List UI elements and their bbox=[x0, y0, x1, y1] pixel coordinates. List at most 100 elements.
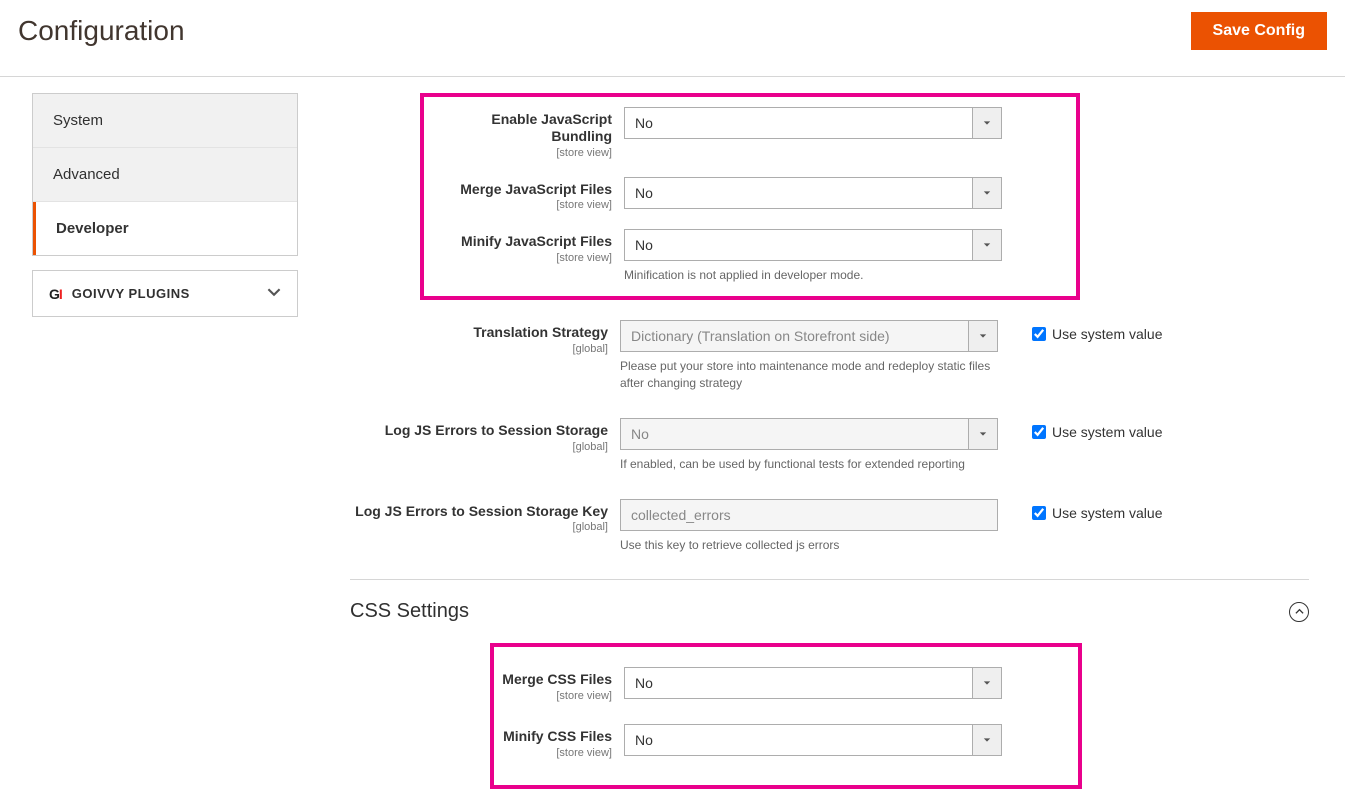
sidebar-item-label: Advanced bbox=[53, 166, 120, 183]
log-js-key-input[interactable] bbox=[620, 499, 998, 531]
field-label: Enable JavaScript Bundling [store view] bbox=[428, 107, 624, 159]
use-system-wrap: Use system value bbox=[998, 499, 1162, 521]
select-value: No bbox=[624, 724, 972, 756]
label-scope: [store view] bbox=[428, 252, 612, 264]
label-text: Minify CSS Files bbox=[498, 728, 612, 745]
page-title: Configuration bbox=[18, 15, 185, 47]
main-content: Enable JavaScript Bundling [store view] … bbox=[298, 77, 1345, 789]
page-header: Configuration Save Config bbox=[0, 0, 1345, 76]
sidebar-item-label: Developer bbox=[56, 220, 129, 237]
sidebar-item-system[interactable]: System bbox=[33, 94, 297, 148]
caret-down-icon bbox=[972, 229, 1002, 261]
field-label: Merge CSS Files [store view] bbox=[498, 667, 624, 702]
field-label: Minify JavaScript Files [store view] bbox=[428, 229, 624, 264]
field-control: No bbox=[624, 177, 1002, 209]
js-settings-highlight: Enable JavaScript Bundling [store view] … bbox=[420, 93, 1080, 300]
collapse-up-icon bbox=[1289, 602, 1309, 622]
label-text: Log JS Errors to Session Storage bbox=[350, 422, 608, 439]
sidebar-item-label: System bbox=[53, 112, 103, 129]
caret-down-icon bbox=[968, 320, 998, 352]
enable-js-bundling-select[interactable]: No bbox=[624, 107, 1002, 139]
caret-down-icon bbox=[972, 724, 1002, 756]
caret-down-icon bbox=[972, 177, 1002, 209]
field-label: Log JS Errors to Session Storage [global… bbox=[350, 418, 620, 453]
label-scope: [store view] bbox=[428, 147, 612, 159]
select-value: No bbox=[624, 229, 972, 261]
label-scope: [global] bbox=[350, 521, 608, 533]
section-title: CSS Settings bbox=[350, 600, 469, 623]
label-text: Minify JavaScript Files bbox=[428, 233, 612, 250]
select-value: No bbox=[620, 418, 968, 450]
use-system-value-checkbox[interactable] bbox=[1032, 327, 1046, 341]
section-header-css-settings[interactable]: CSS Settings bbox=[350, 579, 1309, 643]
use-system-label[interactable]: Use system value bbox=[1052, 326, 1162, 342]
field-control: No Minification is not applied in develo… bbox=[624, 229, 1002, 284]
use-system-wrap: Use system value bbox=[998, 320, 1162, 342]
field-enable-js-bundling: Enable JavaScript Bundling [store view] … bbox=[428, 107, 1068, 159]
label-scope: [global] bbox=[350, 441, 608, 453]
label-text: Enable JavaScript Bundling bbox=[428, 111, 612, 145]
sidebar-item-developer[interactable]: Developer bbox=[33, 202, 297, 255]
label-text: Merge CSS Files bbox=[498, 671, 612, 688]
field-minify-js-files: Minify JavaScript Files [store view] No … bbox=[428, 229, 1068, 284]
label-text: Translation Strategy bbox=[350, 324, 608, 341]
field-control: Dictionary (Translation on Storefront si… bbox=[620, 320, 998, 392]
field-minify-css-files: Minify CSS Files [store view] No bbox=[498, 724, 1070, 759]
label-scope: [store view] bbox=[498, 690, 612, 702]
config-nav: System Advanced Developer bbox=[32, 93, 298, 256]
plugins-label: GOIVVY PLUGINS bbox=[72, 286, 190, 301]
field-label: Minify CSS Files [store view] bbox=[498, 724, 624, 759]
field-control: Use this key to retrieve collected js er… bbox=[620, 499, 998, 554]
minify-css-files-select[interactable]: No bbox=[624, 724, 1002, 756]
caret-down-icon bbox=[968, 418, 998, 450]
field-note: Please put your store into maintenance m… bbox=[620, 358, 998, 392]
field-control: No If enabled, can be used by functional… bbox=[620, 418, 998, 473]
field-merge-js-files: Merge JavaScript Files [store view] No bbox=[428, 177, 1068, 212]
select-value: Dictionary (Translation on Storefront si… bbox=[620, 320, 968, 352]
caret-down-icon bbox=[972, 667, 1002, 699]
select-value: No bbox=[624, 177, 972, 209]
field-log-js-errors: Log JS Errors to Session Storage [global… bbox=[350, 418, 1309, 473]
sidebar: System Advanced Developer GI GOIVVY PLUG… bbox=[0, 77, 298, 789]
label-scope: [store view] bbox=[498, 747, 612, 759]
caret-down-icon bbox=[972, 107, 1002, 139]
log-js-errors-select[interactable]: No bbox=[620, 418, 998, 450]
merge-css-files-select[interactable]: No bbox=[624, 667, 1002, 699]
use-system-value-checkbox[interactable] bbox=[1032, 425, 1046, 439]
field-note: Minification is not applied in developer… bbox=[624, 267, 1002, 284]
field-note: If enabled, can be used by functional te… bbox=[620, 456, 998, 473]
plugins-label-wrap: GI GOIVVY PLUGINS bbox=[49, 286, 190, 302]
use-system-value-checkbox[interactable] bbox=[1032, 506, 1046, 520]
outer-fields: Translation Strategy [global] Dictionary… bbox=[350, 320, 1309, 553]
minify-js-files-select[interactable]: No bbox=[624, 229, 1002, 261]
layout: System Advanced Developer GI GOIVVY PLUG… bbox=[0, 77, 1345, 789]
field-control: No bbox=[624, 107, 1002, 139]
merge-js-files-select[interactable]: No bbox=[624, 177, 1002, 209]
field-note: Use this key to retrieve collected js er… bbox=[620, 537, 998, 554]
field-label: Merge JavaScript Files [store view] bbox=[428, 177, 624, 212]
translation-strategy-select[interactable]: Dictionary (Translation on Storefront si… bbox=[620, 320, 998, 352]
label-scope: [global] bbox=[350, 343, 608, 355]
field-label: Translation Strategy [global] bbox=[350, 320, 620, 355]
save-config-button[interactable]: Save Config bbox=[1191, 12, 1327, 50]
goivvy-logo-icon: GI bbox=[49, 286, 62, 302]
label-scope: [store view] bbox=[428, 199, 612, 211]
chevron-down-icon bbox=[267, 285, 281, 302]
log-js-key-input-wrap bbox=[620, 499, 998, 531]
use-system-wrap: Use system value bbox=[998, 418, 1162, 440]
sidebar-item-advanced[interactable]: Advanced bbox=[33, 148, 297, 202]
css-settings-highlight: Merge CSS Files [store view] No Minify C… bbox=[490, 643, 1082, 789]
field-control: No bbox=[624, 667, 1002, 699]
field-label: Log JS Errors to Session Storage Key [gl… bbox=[350, 499, 620, 534]
use-system-label[interactable]: Use system value bbox=[1052, 424, 1162, 440]
field-translation-strategy: Translation Strategy [global] Dictionary… bbox=[350, 320, 1309, 392]
field-merge-css-files: Merge CSS Files [store view] No bbox=[498, 667, 1070, 702]
label-text: Merge JavaScript Files bbox=[428, 181, 612, 198]
select-value: No bbox=[624, 667, 972, 699]
sidebar-section-goivvy-plugins[interactable]: GI GOIVVY PLUGINS bbox=[32, 270, 298, 317]
label-text: Log JS Errors to Session Storage Key bbox=[350, 503, 608, 520]
select-value: No bbox=[624, 107, 972, 139]
field-log-js-errors-key: Log JS Errors to Session Storage Key [gl… bbox=[350, 499, 1309, 554]
field-control: No bbox=[624, 724, 1002, 756]
use-system-label[interactable]: Use system value bbox=[1052, 505, 1162, 521]
